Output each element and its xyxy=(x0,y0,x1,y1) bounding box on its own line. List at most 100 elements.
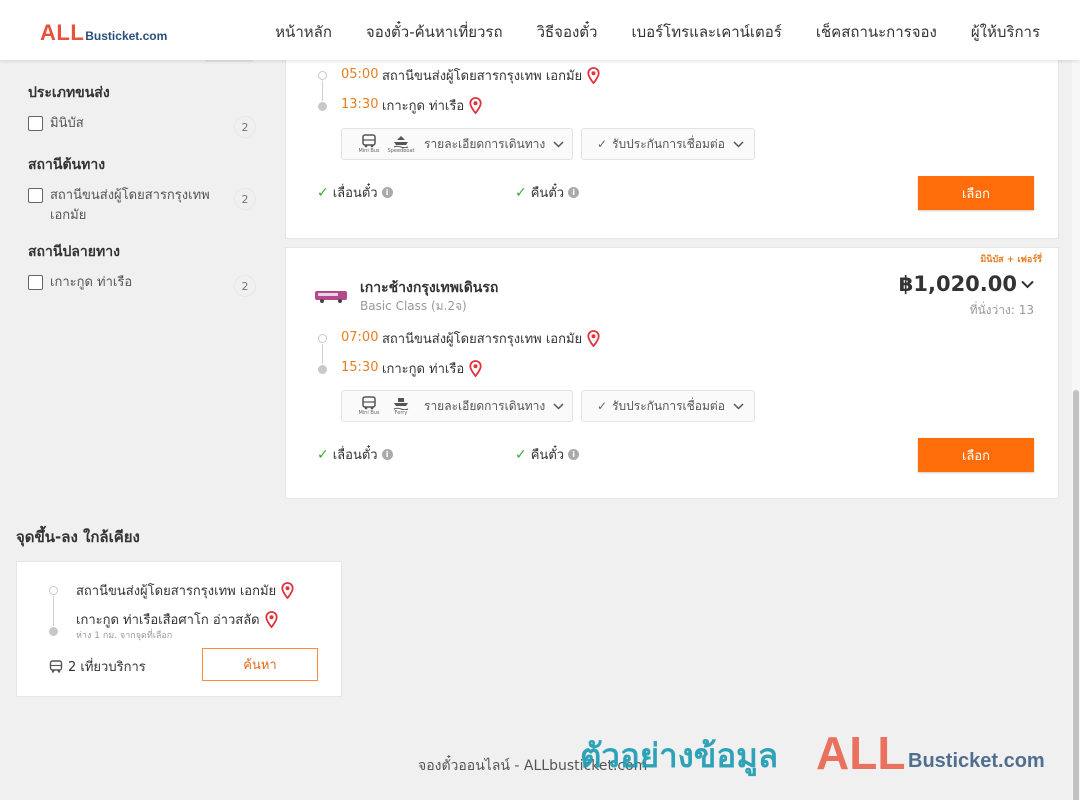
filter-title: สถานีปลายทาง xyxy=(28,244,120,260)
refund-label: คืนตั๋ว xyxy=(530,186,565,201)
vehicle-1-caption: Mini Bus xyxy=(358,148,380,154)
nearby-card: สถานีขนส่งผู้โดยสารกรุงเทพ เอกมัย เกาะกู… xyxy=(16,561,342,697)
guarantee-label: รับประกันการเชื่อมต่อ xyxy=(612,398,725,413)
nearby-to: เกาะกูด ท่าเรือเสือศาโก อ่าวสลัด xyxy=(76,609,278,630)
nav-home[interactable]: หน้าหลัก xyxy=(275,20,332,44)
info-icon[interactable]: i xyxy=(381,187,393,198)
nav-how-to-book[interactable]: วิธีจองตั๋ว xyxy=(537,20,598,44)
map-pin-icon[interactable] xyxy=(469,360,482,377)
nav-contacts[interactable]: เบอร์โทรและเคาน์เตอร์ xyxy=(631,20,781,44)
site-logo[interactable]: ALL Busticket.com xyxy=(40,20,167,46)
guarantee-dropdown[interactable]: ✓ รับประกันการเชื่อมต่อ xyxy=(581,128,755,160)
available-seats: ที่นั่งว่าง: 13 xyxy=(969,303,1034,317)
check-icon: ✓ xyxy=(597,137,608,151)
map-pin-icon[interactable] xyxy=(265,611,278,628)
checkbox[interactable] xyxy=(28,116,43,131)
nearby-to-label: เกาะกูด ท่าเรือเสือศาโก อ่าวสลัด xyxy=(76,613,260,628)
logo-all: ALL xyxy=(40,20,85,45)
operator-logo xyxy=(315,291,347,303)
select-button[interactable]: เลือก xyxy=(918,176,1034,210)
filter-vehicle-type: ประเภทขนส่ง มินิบัส 2 xyxy=(28,82,258,138)
filter-title: ประเภทขนส่ง xyxy=(28,85,110,101)
check-icon: ✓ xyxy=(515,184,527,201)
info-icon[interactable]: i xyxy=(568,187,580,198)
trip-details-dropdown[interactable]: Mini Bus Ferry รายละเอียดการเดินทาง xyxy=(341,390,573,422)
guarantee-label: รับประกันการเชื่อมต่อ xyxy=(612,136,725,151)
filter-label: สถานีขนส่งผู้โดยสารกรุงเทพ เอกมัย xyxy=(50,188,210,223)
filter-label: เกาะกูด ท่าเรือ xyxy=(50,275,133,290)
map-pin-icon[interactable] xyxy=(587,330,600,347)
page-scrollbar[interactable] xyxy=(1072,60,1080,800)
refund-feature: ✓ คืนตั๋ว i xyxy=(515,182,580,203)
map-pin-icon[interactable] xyxy=(469,97,482,114)
timeline-end-dot xyxy=(318,102,327,111)
vehicle-2-caption: Ferry xyxy=(394,410,408,416)
depart-place-label: สถานีขนส่งผู้โดยสารกรุงเทพ เอกมัย xyxy=(382,69,583,84)
check-icon: ✓ xyxy=(597,399,608,413)
watermark-thai: ตัวอย่างข้อมูล xyxy=(580,736,779,775)
timeline-end-dot xyxy=(318,365,327,374)
info-icon[interactable]: i xyxy=(381,449,393,460)
nav-check-status[interactable]: เช็คสถานะการจอง xyxy=(816,20,937,44)
map-pin-icon[interactable] xyxy=(587,67,600,84)
trip-details-dropdown[interactable]: Mini Bus Speedboat รายละเอียดการเดินทาง xyxy=(341,128,573,160)
depart-place: สถานีขนส่งผู้โดยสารกรุงเทพ เอกมัย xyxy=(382,65,600,86)
checkbox[interactable] xyxy=(28,275,43,290)
arrive-time: 15:30 xyxy=(341,360,379,375)
reschedule-label: เลื่อนตั๋ว xyxy=(332,448,378,463)
depart-place-label: สถานีขนส่งผู้โดยสารกรุงเทพ เอกมัย xyxy=(382,332,583,347)
filter-destination: สถานีปลายทาง เกาะกูด ท่าเรือ 2 xyxy=(28,241,258,297)
search-button[interactable]: ค้นหา xyxy=(202,648,318,681)
chevron-down-icon xyxy=(553,402,564,410)
watermark-all: ALL xyxy=(816,727,906,779)
map-pin-icon[interactable] xyxy=(281,582,294,599)
price-toggle[interactable]: ฿1,020.00 xyxy=(899,272,1034,296)
select-button[interactable]: เลือก xyxy=(918,438,1034,472)
timeline-line xyxy=(322,81,323,101)
filter-origin: สถานีต้นทาง สถานีขนส่งผู้โดยสารกรุงเทพ เ… xyxy=(28,154,258,226)
top-header: ALL Busticket.com หน้าหลัก จองตั๋ว-ค้นหา… xyxy=(0,0,1080,60)
scrollbar-thumb[interactable] xyxy=(1073,390,1079,800)
bus-class: Basic Class (ม.2จ) xyxy=(360,299,467,313)
depart-time: 07:00 xyxy=(341,330,379,345)
speedboat-icon: Speedboat xyxy=(388,134,414,154)
refund-label: คืนตั๋ว xyxy=(530,448,565,463)
chevron-down-icon xyxy=(733,402,744,410)
count-badge: 2 xyxy=(234,188,256,210)
minibus-icon: Mini Bus xyxy=(356,396,382,416)
check-icon: ✓ xyxy=(317,446,329,463)
nearby-from-label: สถานีขนส่งผู้โดยสารกรุงเทพ เอกมัย xyxy=(76,584,277,599)
check-icon: ✓ xyxy=(317,184,329,201)
count-badge: 2 xyxy=(234,275,256,297)
info-icon[interactable]: i xyxy=(568,449,580,460)
nav-operators[interactable]: ผู้ให้บริการ xyxy=(971,20,1040,44)
ferry-icon: Ferry xyxy=(388,396,414,416)
result-card: 05:00 สถานีขนส่งผู้โดยสารกรุงเทพ เอกมัย … xyxy=(285,55,1059,239)
checkbox[interactable] xyxy=(28,188,43,203)
check-icon: ✓ xyxy=(515,446,527,463)
bus-icon xyxy=(49,660,63,673)
filter-option[interactable]: มินิบัส 2 xyxy=(28,114,258,138)
nav-book-search[interactable]: จองตั๋ว-ค้นหาเที่ยวรถ xyxy=(366,20,503,44)
filter-option[interactable]: เกาะกูด ท่าเรือ 2 xyxy=(28,273,258,297)
timeline-start-dot xyxy=(49,586,58,595)
reschedule-label: เลื่อนตั๋ว xyxy=(332,186,378,201)
count-badge: 2 xyxy=(234,116,256,138)
vehicle-1-caption: Mini Bus xyxy=(358,410,380,416)
depart-time: 05:00 xyxy=(341,67,379,82)
chevron-down-icon xyxy=(1021,280,1034,288)
price-value: ฿1,020.00 xyxy=(898,272,1017,296)
timeline-start-dot xyxy=(318,71,327,80)
chevron-down-icon xyxy=(553,140,564,148)
guarantee-dropdown[interactable]: ✓ รับประกันการเชื่อมต่อ xyxy=(581,390,755,422)
nearby-title: จุดขึ้น-ลง ใกล้เคียง xyxy=(16,528,140,546)
vehicle-2-caption: Speedboat xyxy=(387,148,415,154)
chevron-down-icon xyxy=(733,140,744,148)
filter-title: สถานีต้นทาง xyxy=(28,157,106,173)
trip-details-label: รายละเอียดการเดินทาง xyxy=(424,136,546,151)
filter-option[interactable]: สถานีขนส่งผู้โดยสารกรุงเทพ เอกมัย 2 xyxy=(28,186,258,226)
main-nav: หน้าหลัก จองตั๋ว-ค้นหาเที่ยวรถ วิธีจองตั… xyxy=(275,20,1040,44)
timeline-line xyxy=(53,596,54,626)
minibus-icon: Mini Bus xyxy=(356,134,382,154)
operator-name: เกาะช้างกรุงเทพเดินรถ xyxy=(360,280,499,296)
